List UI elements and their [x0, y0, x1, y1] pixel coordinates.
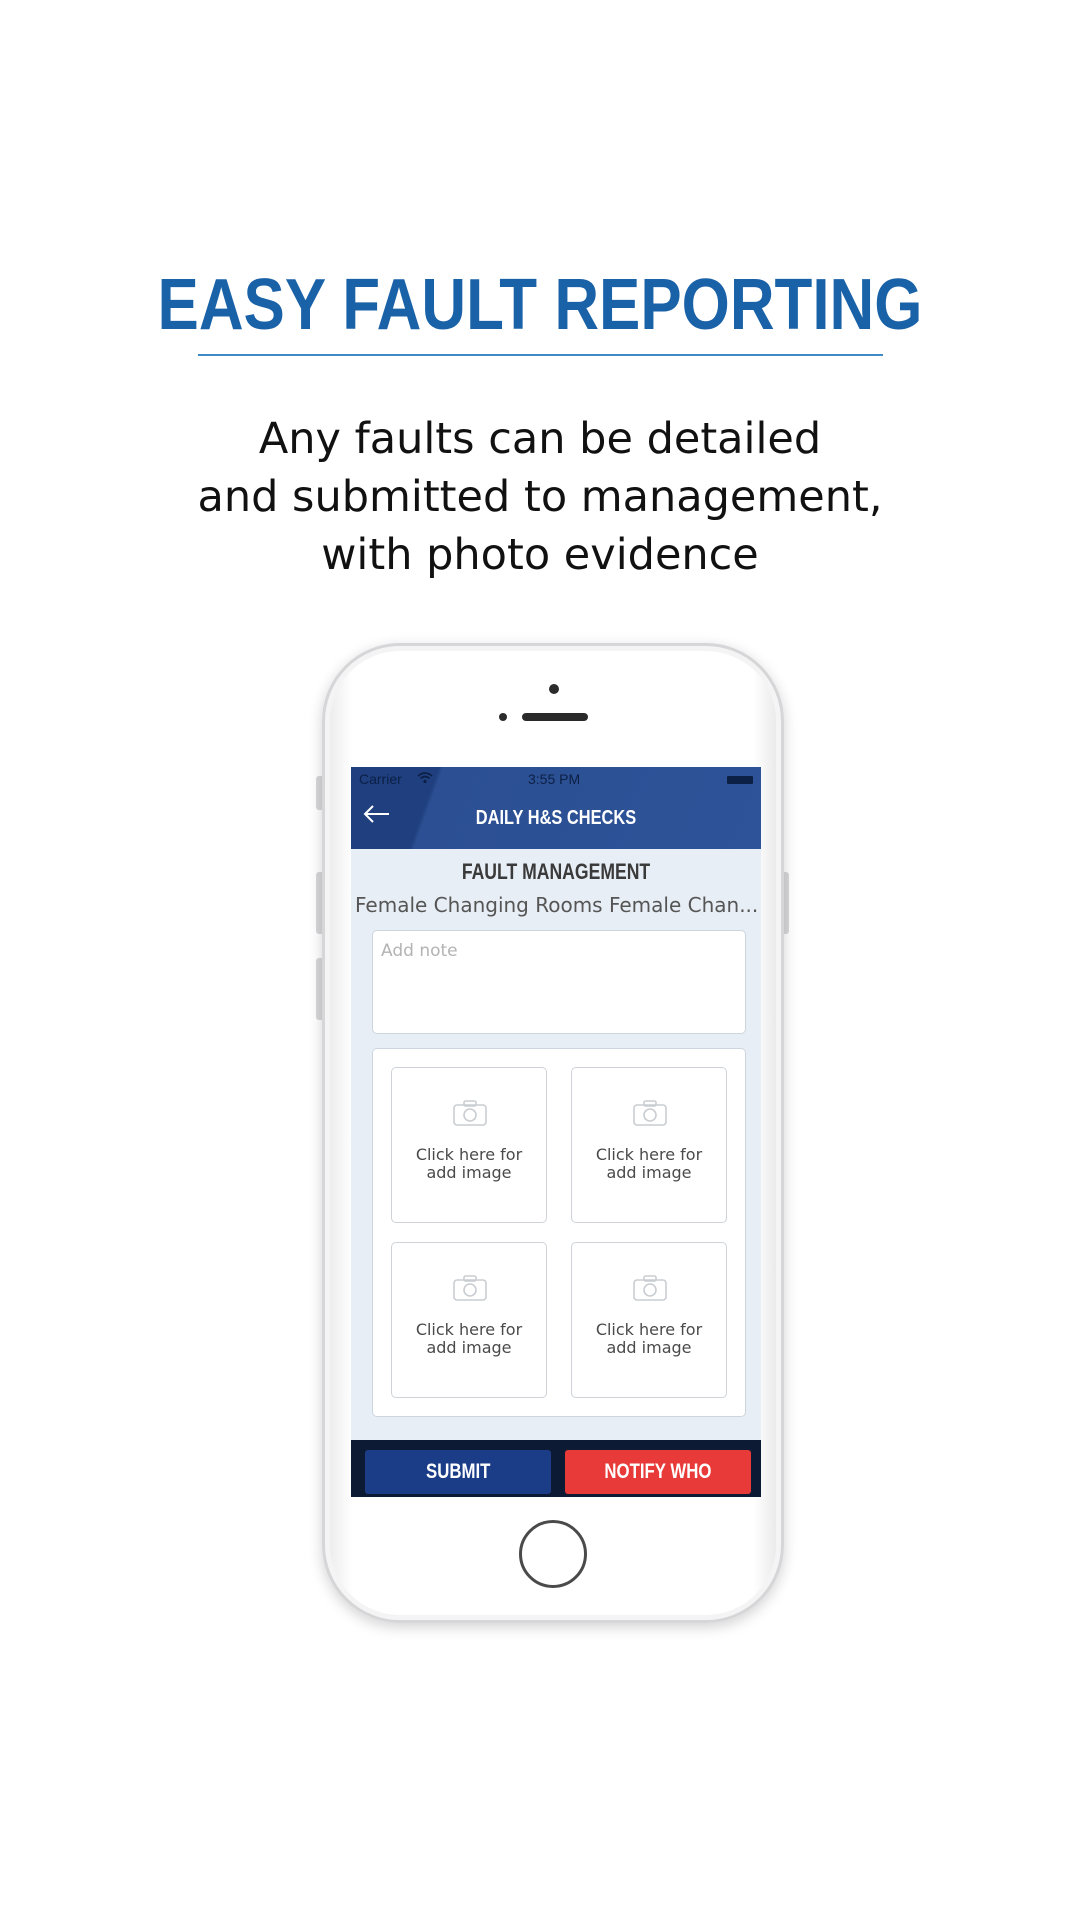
add-image-label: Click here for add image	[415, 1145, 523, 1182]
app-screen: Carrier 3:55 PM DAILY H&S CHECKS FAULT M…	[351, 767, 761, 1497]
battery-icon	[727, 776, 753, 784]
add-image-label: Click here for add image	[595, 1320, 703, 1357]
add-note-input[interactable]	[372, 930, 746, 1034]
add-image-slot-1[interactable]: Click here for add image	[391, 1067, 547, 1223]
headline-underline	[198, 354, 883, 356]
image-upload-panel: Click here for add image Click here for …	[372, 1048, 746, 1417]
add-image-label: Click here for add image	[595, 1145, 703, 1182]
camera-icon	[633, 1275, 667, 1301]
subtitle: Any faults can be detailed and submitted…	[0, 410, 1080, 584]
carrier-label: Carrier	[359, 771, 402, 787]
add-image-slot-3[interactable]: Click here for add image	[391, 1242, 547, 1398]
section-title: FAULT MANAGEMENT	[461, 859, 651, 884]
location-label: Female Changing Rooms Female Chan...	[355, 893, 759, 917]
add-image-slot-2[interactable]: Click here for add image	[571, 1067, 727, 1223]
earpiece-speaker	[522, 713, 588, 721]
proximity-sensor	[499, 713, 507, 721]
wifi-icon	[417, 772, 433, 787]
action-bar: SUBMIT NOTIFY WHO	[351, 1440, 761, 1497]
subtitle-line-1: Any faults can be detailed	[258, 414, 822, 464]
app-header: Carrier 3:55 PM DAILY H&S CHECKS	[351, 767, 761, 849]
subtitle-line-3: with photo evidence	[321, 530, 759, 580]
subtitle-line-2: and submitted to management,	[197, 472, 883, 522]
camera-icon	[633, 1100, 667, 1126]
submit-button[interactable]: SUBMIT	[365, 1450, 551, 1494]
status-bar: Carrier 3:55 PM	[351, 771, 761, 789]
headline: EASY FAULT REPORTING	[157, 265, 923, 345]
status-time: 3:55 PM	[528, 771, 581, 787]
notify-who-button[interactable]: NOTIFY WHO	[565, 1450, 751, 1494]
home-button[interactable]	[519, 1520, 587, 1588]
front-camera	[549, 684, 559, 694]
camera-icon	[453, 1100, 487, 1126]
app-title: DAILY H&S CHECKS	[475, 807, 637, 829]
add-image-label: Click here for add image	[415, 1320, 523, 1357]
camera-icon	[453, 1275, 487, 1301]
add-image-slot-4[interactable]: Click here for add image	[571, 1242, 727, 1398]
